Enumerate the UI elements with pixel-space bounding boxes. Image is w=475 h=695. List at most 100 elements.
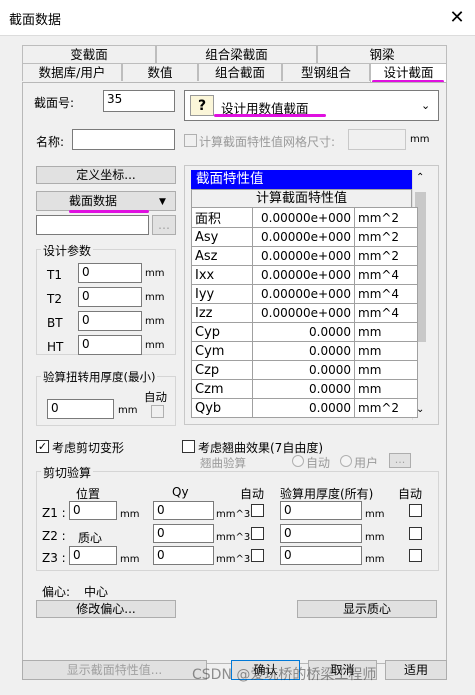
section-file-input[interactable] [36,215,149,235]
z3-qy-unit: mm^3 [216,554,251,565]
table-row: Czm 0.0000 mm [191,379,418,399]
prop-name: Ixx [191,265,253,285]
z3-pos-input[interactable]: 0 [69,546,117,565]
section-type-icon: ? [190,95,214,116]
torsion-input[interactable]: 0 [47,399,114,419]
z2-thk-input[interactable]: 0 [280,524,362,543]
param-unit-bt: mm [145,316,165,327]
prop-value: 0.0000 [252,379,355,399]
tab-composite-beam[interactable]: 组合梁截面 [156,45,317,63]
prop-value: 0.00000e+000 [252,303,355,323]
define-coord-button[interactable]: 定义坐标... [36,166,176,184]
z1-qy-input[interactable]: 0 [153,501,214,520]
prop-unit: mm [354,379,418,399]
param-label-bt: BT [47,316,63,330]
tab-combined-section[interactable]: 组合截面 [198,63,282,81]
prop-unit: mm^4 [354,284,418,304]
warping-auto-radio[interactable] [292,455,304,467]
prop-value: 0.0000 [252,360,355,380]
section-no-input[interactable]: 35 [103,90,175,112]
col-qy-header: Qy [172,485,189,499]
browse-button[interactable]: … [152,215,176,235]
grid-size-label: 计算截面特性值网格尺寸: [199,135,336,149]
table-row: Qyb 0.0000 mm^2 [191,398,418,418]
table-row: Czp 0.0000 mm [191,360,418,380]
chevron-down-icon: ⌄ [421,99,431,112]
tab-steel-beam[interactable]: 钢梁 [317,45,447,63]
z1-pos-input[interactable]: 0 [69,501,117,520]
name-input[interactable] [72,129,175,150]
z3-pos-unit: mm [120,554,140,565]
prop-name: Cyp [191,322,253,342]
tab-value[interactable]: 数值 [122,63,198,81]
z3-qy-input[interactable]: 0 [153,546,214,565]
z2-label: Z2 : [42,529,66,543]
prop-name: Asz [191,246,253,266]
modify-eccentric-button[interactable]: 修改偏心... [36,600,176,618]
tab-steel-combination[interactable]: 型钢组合 [282,63,370,81]
prop-value: 0.00000e+000 [252,246,355,266]
grid-size-checkbox[interactable] [184,134,197,147]
grid-size-input[interactable] [348,129,406,150]
param-input-t1[interactable]: 0 [78,263,142,283]
z2-auto-checkbox[interactable] [251,527,264,540]
prop-value: 0.00000e+000 [252,207,355,228]
param-unit-ht: mm [145,340,165,351]
param-input-bt[interactable]: 0 [78,311,142,331]
name-label: 名称: [36,135,65,149]
scroll-up-icon[interactable]: ⌃ [416,172,424,183]
design-params-title: 设计参数 [41,242,94,259]
torsion-unit: mm [118,405,138,416]
shear-deform-label: 考虑剪切变形 [52,441,125,455]
tab-variable-section[interactable]: 变截面 [22,45,156,63]
calc-props-button[interactable]: 计算截面特性值 [191,189,412,208]
col-pos-header: 位置 [76,487,101,501]
param-unit-t1: mm [145,268,165,279]
warping-user-radio[interactable] [340,455,352,467]
tab-database-user[interactable]: 数据库/用户 [22,63,122,81]
show-props-button[interactable]: 显示截面特性值... [22,660,207,680]
prop-unit: mm [354,341,418,361]
z1-auto-checkbox[interactable] [251,504,264,517]
param-input-t2[interactable]: 0 [78,287,142,307]
col-thk-header: 验算用厚度(所有) [280,487,374,501]
torsion-auto-checkbox[interactable] [151,405,164,418]
z3-auto-checkbox[interactable] [251,549,264,562]
warping-checkbox[interactable] [182,440,195,453]
param-input-ht[interactable]: 0 [78,335,142,355]
z1-label: Z1 : [42,506,66,520]
z1-pos-unit: mm [120,509,140,520]
table-row: Ixx 0.00000e+000 mm^4 [191,265,418,285]
z3-auto2-checkbox[interactable] [409,549,422,562]
prop-unit: mm^4 [354,265,418,285]
shear-check-title: 剪切验算 [41,464,94,481]
warping-more-button[interactable]: ... [389,453,411,468]
prop-name: Czp [191,360,253,380]
table-row: 面积 0.00000e+000 mm^2 [191,207,418,228]
section-no-label: 截面号: [34,96,75,110]
show-centroid-button[interactable]: 显示质心 [297,600,437,618]
table-row: Cym 0.0000 mm [191,341,418,361]
prop-value: 0.00000e+000 [252,227,355,247]
param-unit-t2: mm [145,292,165,303]
z3-thk-input[interactable]: 0 [280,546,362,565]
apply-button[interactable]: 适用 [385,660,447,680]
shear-deform-checkbox[interactable]: ✓ [36,440,49,453]
z3-thk-unit: mm [365,554,385,565]
prop-value: 0.0000 [252,398,355,418]
z2-thk-unit: mm [365,532,385,543]
eccentric-label: 偏心: [42,585,71,599]
z1-thk-input[interactable]: 0 [280,501,362,520]
grid-size-unit: mm [410,134,430,145]
close-icon[interactable]: ✕ [442,4,472,32]
z2-auto2-checkbox[interactable] [409,527,422,540]
window-title: 截面数据 [9,13,62,28]
section-data-dropdown[interactable]: 截面数据 ▼ [36,191,176,211]
prop-value: 0.0000 [252,322,355,342]
prop-name: Iyy [191,284,253,304]
warping-check-label: 翘曲验算 [200,456,246,470]
props-table: 面积 0.00000e+000 mm^2 Asy 0.00000e+000 mm^2 A… [191,207,418,418]
z1-auto2-checkbox[interactable] [409,504,422,517]
prop-name: Asy [191,227,253,247]
z2-qy-input[interactable]: 0 [153,524,214,543]
